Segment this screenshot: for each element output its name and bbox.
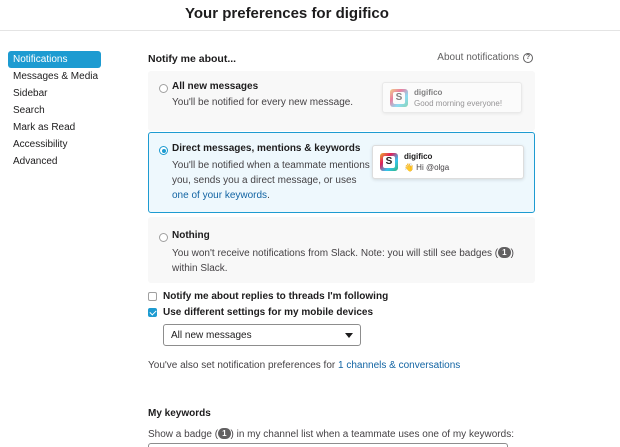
sidebar-item-mark-as-read[interactable]: Mark as Read: [8, 119, 101, 136]
sidebar-item-notifications[interactable]: Notifications: [8, 51, 101, 68]
notification-preview: S digifico 👋 Hi @olga: [372, 145, 524, 179]
mobile-notify-value: All new messages: [171, 329, 252, 341]
option-description: You won't receive notifications from Sla…: [172, 247, 514, 274]
keywords-description: Show a badge (1) in my channel list when…: [148, 428, 514, 440]
option-nothing[interactable]: Nothing You won't receive notifications …: [148, 217, 535, 283]
keywords-heading: My keywords: [148, 408, 211, 419]
slack-logo-icon: S: [380, 153, 398, 171]
preview-message: 👋 Hi @olga: [404, 163, 450, 172]
preview-workspace: digifico: [414, 87, 443, 97]
mobile-checkbox-row[interactable]: Use different settings for my mobile dev…: [148, 307, 373, 318]
option-title: All new messages: [172, 81, 259, 92]
sidebar-item-accessibility[interactable]: Accessibility: [8, 136, 101, 153]
preferences-page: Your preferences for digifico Notificati…: [0, 0, 620, 447]
threads-checkbox-row[interactable]: Notify me about replies to threads I'm f…: [148, 291, 388, 302]
question-icon: ?: [523, 52, 533, 63]
keywords-input[interactable]: [148, 443, 508, 447]
option-description: You'll be notified for every new message…: [172, 97, 354, 108]
option-title: Nothing: [172, 230, 210, 241]
option-direct-mentions-keywords[interactable]: Direct messages, mentions & keywords You…: [148, 132, 535, 213]
option-all-new-messages[interactable]: All new messages You'll be notified for …: [148, 71, 535, 131]
option-description: You'll be notified when a teammate menti…: [172, 160, 370, 201]
channels-conversations-link[interactable]: 1 channels & conversations: [338, 360, 460, 371]
mobile-checkbox-label: Use different settings for my mobile dev…: [163, 307, 374, 318]
about-notifications-label: About notifications: [437, 52, 519, 63]
mobile-checkbox[interactable]: [148, 308, 157, 317]
radio-direct-mentions-keywords[interactable]: [159, 146, 168, 155]
slack-logo-icon: S: [390, 88, 408, 107]
radio-nothing[interactable]: [159, 233, 168, 242]
radio-all-new-messages[interactable]: [159, 84, 168, 93]
mobile-notify-select[interactable]: All new messages: [163, 324, 361, 346]
threads-checkbox-label: Notify me about replies to threads I'm f…: [163, 291, 389, 302]
channel-preferences-note: You've also set notification preferences…: [148, 360, 461, 371]
page-title: Your preferences for digifico: [185, 5, 389, 22]
chevron-down-icon: [345, 332, 353, 338]
preferences-sidebar: Notifications Messages & Media Sidebar S…: [8, 51, 101, 170]
option-title: Direct messages, mentions & keywords: [172, 143, 361, 154]
sidebar-item-advanced[interactable]: Advanced: [8, 153, 101, 170]
header: Your preferences for digifico: [0, 0, 620, 31]
about-notifications-link[interactable]: About notifications ?: [437, 52, 533, 63]
notify-heading: Notify me about...: [148, 53, 237, 65]
preview-workspace: digifico: [404, 152, 433, 161]
threads-checkbox[interactable]: [148, 292, 157, 301]
sidebar-item-search[interactable]: Search: [8, 102, 101, 119]
sidebar-item-messages-media[interactable]: Messages & Media: [8, 68, 101, 85]
sidebar-item-sidebar[interactable]: Sidebar: [8, 85, 101, 102]
preview-message: Good morning everyone!: [414, 98, 503, 108]
keywords-link[interactable]: one of your keywords: [172, 190, 267, 201]
unread-badge: 1: [218, 428, 231, 439]
unread-badge: 1: [498, 247, 511, 258]
notification-preview: S digifico Good morning everyone!: [382, 82, 522, 113]
